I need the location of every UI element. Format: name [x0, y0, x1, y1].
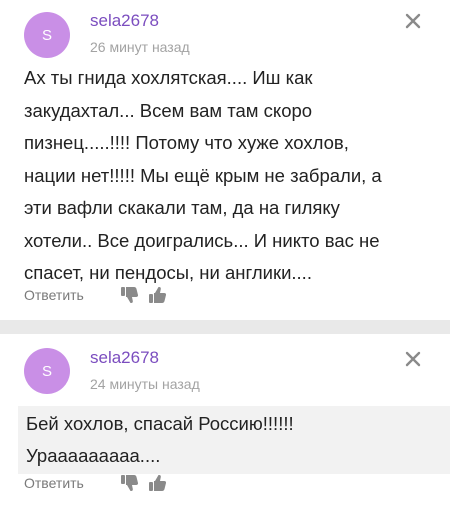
vote-controls — [120, 286, 168, 304]
comment-line: хотели.. Все доигрались... И никто вас н… — [24, 229, 380, 251]
comment-actions: Ответить — [24, 470, 168, 496]
comment-line: Бей хохлов, спасай Россию!!!!!! — [26, 413, 294, 434]
comment-body: Ах ты гнида хохлятская.... Иш как закуда… — [24, 62, 434, 290]
comment-timestamp: 26 минут назад — [90, 39, 190, 55]
comment-divider — [0, 320, 450, 334]
comment-username[interactable]: sela2678 — [90, 348, 159, 368]
close-icon[interactable] — [404, 12, 422, 30]
comment-line: Ах ты гнида хохлятская.... Иш как — [24, 67, 313, 88]
comment-line: эти вафли скакали там, да на гиляку — [24, 197, 340, 218]
comment-line: закудахтал... Всем вам там скоро — [24, 99, 313, 121]
close-icon[interactable] — [404, 350, 422, 368]
comment-body: Бей хохлов, спасай Россию!!!!!! Ураааааа… — [18, 406, 450, 474]
comment-line: пизнец.....!!!! Потому что хуже хохлов, — [24, 132, 349, 153]
comment-actions: Ответить — [24, 282, 168, 308]
thumbs-down-icon[interactable] — [120, 474, 140, 492]
comment-line: нации нет!!!!! Мы ещё крым не забрали, а — [24, 164, 382, 186]
thumbs-up-icon[interactable] — [148, 286, 168, 304]
comment: S sela2678 26 минут назад Ах ты гнида хо… — [0, 0, 450, 322]
comment-timestamp: 24 минуты назад — [90, 376, 200, 392]
thumbs-down-icon[interactable] — [120, 286, 140, 304]
comment-line: Урааааааааа.... — [26, 445, 161, 466]
thumbs-up-icon[interactable] — [148, 474, 168, 492]
avatar[interactable]: S — [24, 348, 70, 394]
comment: S sela2678 24 минуты назад Бей хохлов, с… — [0, 340, 450, 518]
reply-button[interactable]: Ответить — [24, 475, 84, 491]
reply-button[interactable]: Ответить — [24, 287, 84, 303]
vote-controls — [120, 474, 168, 492]
avatar[interactable]: S — [24, 12, 70, 58]
comment-username[interactable]: sela2678 — [90, 11, 159, 31]
